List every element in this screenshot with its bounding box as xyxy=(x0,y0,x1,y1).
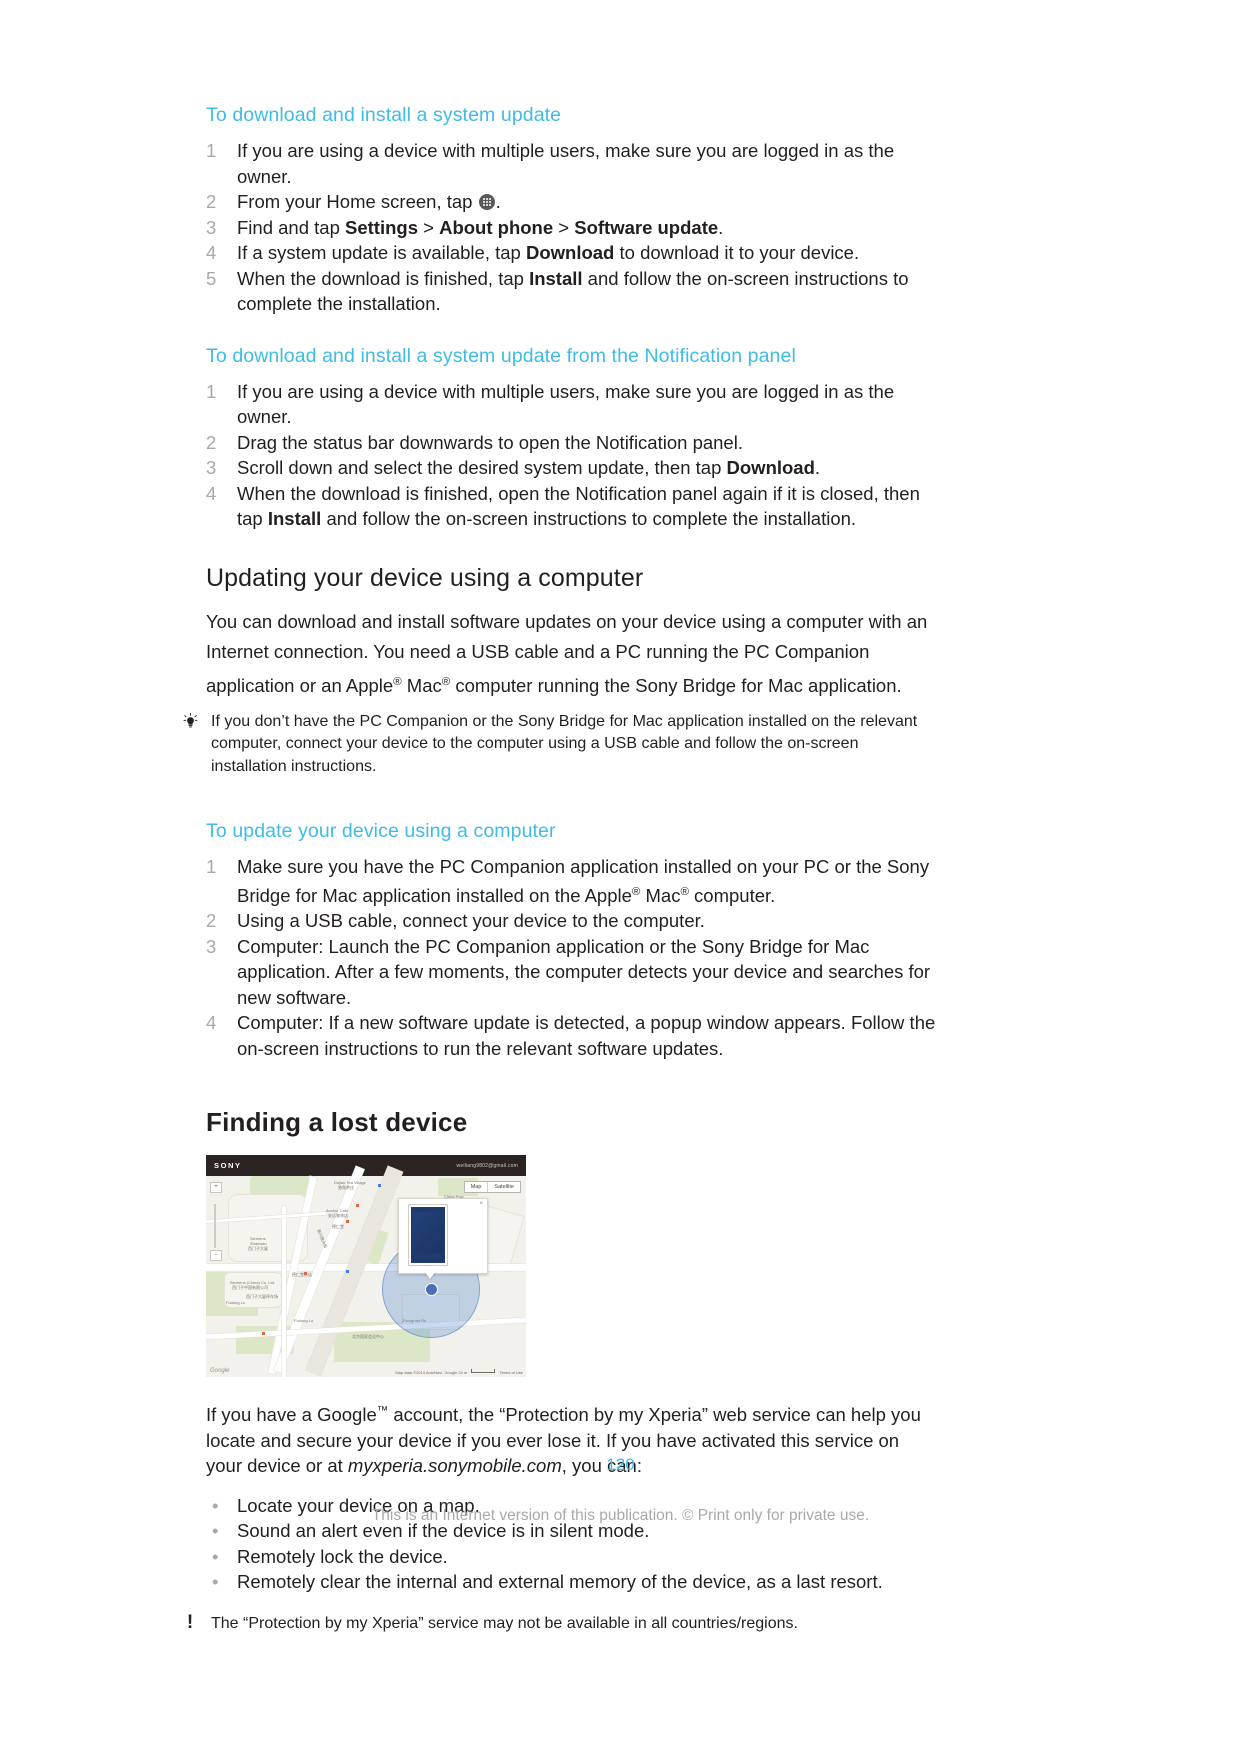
step-text: Using a USB cable, connect your device t… xyxy=(237,910,705,932)
list-item: 1 Make sure you have the PC Companion app… xyxy=(206,854,936,908)
map-type-switch[interactable]: Map Satellite xyxy=(463,1181,521,1194)
zoom-slider-track[interactable] xyxy=(214,1204,216,1249)
step-text: Scroll down and select the desired syste… xyxy=(237,457,821,478)
step-number: 3 xyxy=(206,216,217,238)
step-text: If you are using a device with multiple … xyxy=(237,140,895,187)
bullet-icon: • xyxy=(212,1545,219,1567)
map-canvas[interactable]: Dujiao Tea Village 独角茶庄 Anchor Cafe 安远咖啡… xyxy=(206,1166,526,1378)
google-watermark: Google xyxy=(210,1368,230,1375)
list-item: 2 Drag the status bar downwards to open t… xyxy=(206,430,936,456)
footer-note: This is an Internet version of this publ… xyxy=(371,1507,870,1524)
step-text: Find and tap Settings > About phone > So… xyxy=(237,216,724,238)
sony-logo: SONY xyxy=(214,1161,242,1171)
list-item: 2 From your Home screen, tap . xyxy=(206,189,936,215)
device-callout[interactable]: × xyxy=(398,1198,488,1275)
step-number: 3 xyxy=(206,935,217,957)
list-item: 3 Computer: Launch the PC Companion appli… xyxy=(206,934,936,1011)
app-drawer-icon xyxy=(478,194,495,210)
step-number: 1 xyxy=(206,380,217,402)
step-text: When the download is finished, tap Insta… xyxy=(237,267,909,315)
step-number: 1 xyxy=(206,140,217,161)
map-scale-label: 20 m xyxy=(458,1370,468,1376)
warning-protection-availability: ! The “Protection by my Xperia” service … xyxy=(178,1611,936,1636)
list-item: 1 If you are using a device with multiple… xyxy=(206,379,936,430)
map-type-map[interactable]: Map xyxy=(465,1182,488,1192)
step-text: Computer: Launch the PC Companion applic… xyxy=(237,935,931,1008)
heading-update-using-computer: To update your device using a computer xyxy=(206,820,556,843)
map-zoom-out-control[interactable]: − xyxy=(210,1250,222,1262)
list-item: 3 Find and tap Settings > About phone > S… xyxy=(206,215,936,241)
lightbulb-icon xyxy=(178,711,202,730)
heading-download-install-notification: To download and install a system update … xyxy=(206,344,796,367)
tip-pc-companion: If you don’t have the PC Companion or th… xyxy=(178,711,936,779)
steps-update-using-computer: 1 Make sure you have the PC Companion app… xyxy=(206,854,936,1061)
step-number: 4 xyxy=(206,1012,217,1034)
heading-finding-lost-device: Finding a lost device xyxy=(206,1107,468,1138)
step-number: 4 xyxy=(206,242,217,263)
map-zoom-controls[interactable]: + xyxy=(210,1182,222,1194)
zoom-in-button[interactable]: + xyxy=(211,1183,221,1192)
step-number: 2 xyxy=(206,191,217,212)
map-topbar: SONY weiliang9802@gmail.com xyxy=(206,1155,526,1177)
heading-download-install: To download and install a system update xyxy=(206,104,562,126)
close-icon[interactable]: × xyxy=(479,1201,483,1207)
bullet-icon: • xyxy=(212,1571,219,1593)
map-type-satellite[interactable]: Satellite xyxy=(487,1182,520,1193)
zoom-out-button[interactable]: − xyxy=(211,1251,221,1260)
step-text: When the download is finished, open the … xyxy=(237,482,920,530)
list-item: 4 Computer: If a new software update is d… xyxy=(206,1010,936,1061)
list-item: 1 If you are using a device with multiple… xyxy=(206,138,936,189)
step-number: 2 xyxy=(206,910,217,932)
list-item: 2 Using a USB cable, connect your device … xyxy=(206,908,936,934)
step-text: From your Home screen, tap . xyxy=(237,191,501,212)
document-page: To download and install a system update … xyxy=(0,0,1241,1754)
map-terms-link[interactable]: Terms of Use xyxy=(499,1370,523,1375)
step-number: 1 xyxy=(206,856,217,878)
warning-text: The “Protection by my Xperia” service ma… xyxy=(211,1614,798,1632)
bullet-text: Remotely lock the device. xyxy=(237,1545,448,1567)
step-text: If a system update is available, tap Dow… xyxy=(237,242,860,263)
heading-updating-with-computer: Updating your device using a computer xyxy=(206,563,644,592)
list-item: 4 If a system update is available, tap Do… xyxy=(206,240,936,266)
steps-download-install-notification: 1 If you are using a device with multiple… xyxy=(206,379,936,532)
page-number: 120 xyxy=(606,1455,635,1474)
tip-text: If you don’t have the PC Companion or th… xyxy=(211,712,918,775)
step-number: 5 xyxy=(206,267,217,289)
list-item: • Remotely lock the device. xyxy=(206,1544,936,1570)
list-item: 5 When the download is finished, tap Inst… xyxy=(206,266,936,317)
list-item: 4 When the download is finished, open the… xyxy=(206,481,936,532)
page-content: To download and install a system update … xyxy=(183,0,936,1635)
step-text: Make sure you have the PC Companion appl… xyxy=(237,856,930,906)
step-text: If you are using a device with multiple … xyxy=(237,380,895,428)
bullet-text: Remotely clear the internal and external… xyxy=(237,1571,883,1593)
step-text: Drag the status bar downwards to open th… xyxy=(237,431,743,453)
step-number: 4 xyxy=(206,482,217,504)
map-scale-bar xyxy=(471,1369,496,1374)
map-screenshot-figure: SONY weiliang9802@gmail.com Dujiao Tea V… xyxy=(206,1155,526,1378)
device-thumbnail xyxy=(409,1205,447,1266)
list-item: 3 Scroll down and select the desired syst… xyxy=(206,455,936,481)
exclamation-icon: ! xyxy=(186,1611,194,1633)
step-text: Computer: If a new software update is de… xyxy=(237,1012,936,1059)
map-attribution: Map data ©2014 AutoNavi, Google 20 m Ter… xyxy=(395,1369,523,1375)
steps-download-install: 1 If you are using a device with multiple… xyxy=(206,138,936,317)
account-email: weiliang9802@gmail.com xyxy=(456,1162,518,1169)
step-number: 3 xyxy=(206,457,217,478)
paragraph-updating-with-computer: You can download and install software up… xyxy=(206,610,928,696)
step-number: 2 xyxy=(206,431,217,453)
list-item: • Remotely clear the internal and externa… xyxy=(206,1569,936,1595)
map-attribution-text: Map data ©2014 AutoNavi, Google xyxy=(395,1370,458,1376)
